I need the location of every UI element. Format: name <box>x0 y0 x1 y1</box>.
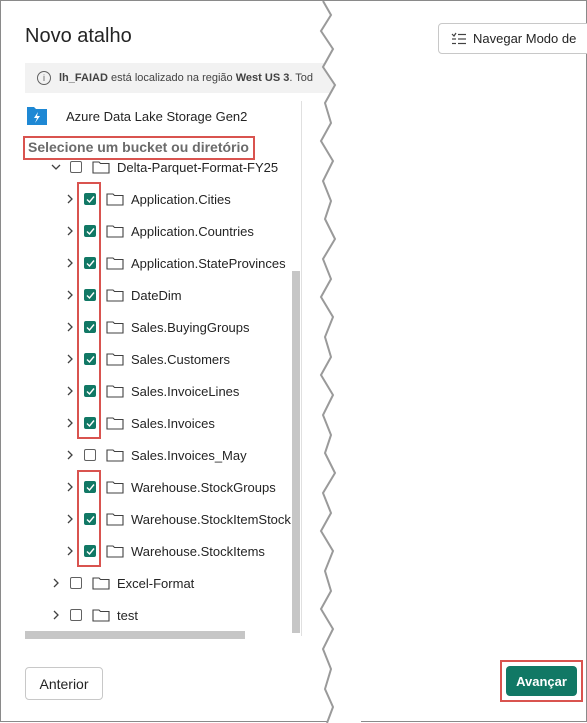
chevron-right-icon[interactable] <box>65 258 75 268</box>
tree-label: test <box>117 607 138 623</box>
tree-label: Sales.Customers <box>131 351 230 367</box>
folder-icon <box>106 353 124 366</box>
tree-label: DateDim <box>131 287 182 303</box>
folder-icon <box>106 449 124 462</box>
chevron-right-icon[interactable] <box>65 354 75 364</box>
tree-label: Sales.Invoices <box>131 415 215 431</box>
torn-edge-decoration <box>319 1 361 723</box>
chevron-right-icon[interactable] <box>65 322 75 332</box>
source-row: Azure Data Lake Storage Gen2 <box>25 104 247 128</box>
info-icon: i <box>37 71 51 85</box>
dialog-title: Novo atalho <box>25 25 132 47</box>
chevron-right-icon[interactable] <box>65 194 75 204</box>
folder-icon <box>106 513 124 526</box>
folder-icon <box>106 417 124 430</box>
tree-label: Application.Countries <box>131 223 254 239</box>
highlight-box-checkboxes-2 <box>77 470 101 567</box>
folder-icon <box>106 257 124 270</box>
tree-label: Application.Cities <box>131 191 231 207</box>
folder-icon <box>106 481 124 494</box>
tree-label: Application.StateProvinces <box>131 255 286 271</box>
tree-checkbox[interactable] <box>70 161 82 173</box>
tree-label: Delta-Parquet-Format-FY25 <box>117 159 279 175</box>
chevron-right-icon[interactable] <box>65 386 75 396</box>
tree-label: Sales.InvoiceLines <box>131 383 240 399</box>
tree-checkbox[interactable] <box>70 577 82 589</box>
tree-label: Sales.BuyingGroups <box>131 319 250 335</box>
tree-checkbox[interactable] <box>84 449 96 461</box>
next-button[interactable]: Avançar <box>506 666 577 696</box>
lakehouse-name: lh_FAIAD <box>59 72 108 84</box>
dialog: Novo atalho Navegar Modo de i lh_FAIAD e… <box>0 0 587 723</box>
folder-icon <box>106 193 124 206</box>
folder-icon <box>92 577 110 590</box>
chevron-right-icon[interactable] <box>65 482 75 492</box>
chevron-right-icon[interactable] <box>65 290 75 300</box>
folder-icon <box>106 545 124 558</box>
chevron-right-icon[interactable] <box>65 450 75 460</box>
folder-icon <box>106 225 124 238</box>
folder-icon <box>106 321 124 334</box>
source-name: Azure Data Lake Storage Gen2 <box>66 108 248 124</box>
tree-row-root[interactable]: Delta-Parquet-Format-FY25 <box>51 151 278 183</box>
folder-icon <box>106 385 124 398</box>
chevron-right-icon[interactable] <box>65 546 75 556</box>
list-filter-icon <box>451 32 466 44</box>
tree-row-test[interactable]: test <box>51 599 138 631</box>
navigate-mode-label: Navegar Modo de <box>473 31 577 46</box>
previous-button[interactable]: Anterior <box>25 667 103 700</box>
vertical-scrollbar[interactable] <box>292 271 300 633</box>
tree-row[interactable]: Sales.Invoices_May <box>65 439 247 471</box>
horizontal-scrollbar[interactable] <box>25 631 245 639</box>
tree-label: Warehouse.StockGroups <box>131 479 276 495</box>
region-name: West US 3 <box>235 72 290 84</box>
tree-label: Warehouse.StockItemStock <box>131 511 291 527</box>
chevron-right-icon[interactable] <box>65 514 75 524</box>
folder-icon <box>106 289 124 302</box>
navigate-mode-button[interactable]: Navegar Modo de <box>438 23 587 54</box>
tree-checkbox[interactable] <box>70 609 82 621</box>
chevron-right-icon[interactable] <box>51 610 61 620</box>
tree-row-excel-format[interactable]: Excel-Format <box>51 567 194 599</box>
data-lake-storage-icon <box>27 107 47 125</box>
highlight-box-checkboxes-1 <box>77 182 101 439</box>
chevron-right-icon[interactable] <box>51 578 61 588</box>
tree-label: Warehouse.StockItems <box>131 543 265 559</box>
chevron-right-icon[interactable] <box>65 418 75 428</box>
folder-icon <box>92 161 110 174</box>
tree-label: Excel-Format <box>117 575 195 591</box>
tree-label: Sales.Invoices_May <box>131 447 247 463</box>
highlight-box-next: Avançar <box>500 660 583 702</box>
info-text: está localizado na região <box>110 72 233 84</box>
chevron-down-icon[interactable] <box>51 162 61 172</box>
chevron-right-icon[interactable] <box>65 226 75 236</box>
folder-icon <box>92 609 110 622</box>
